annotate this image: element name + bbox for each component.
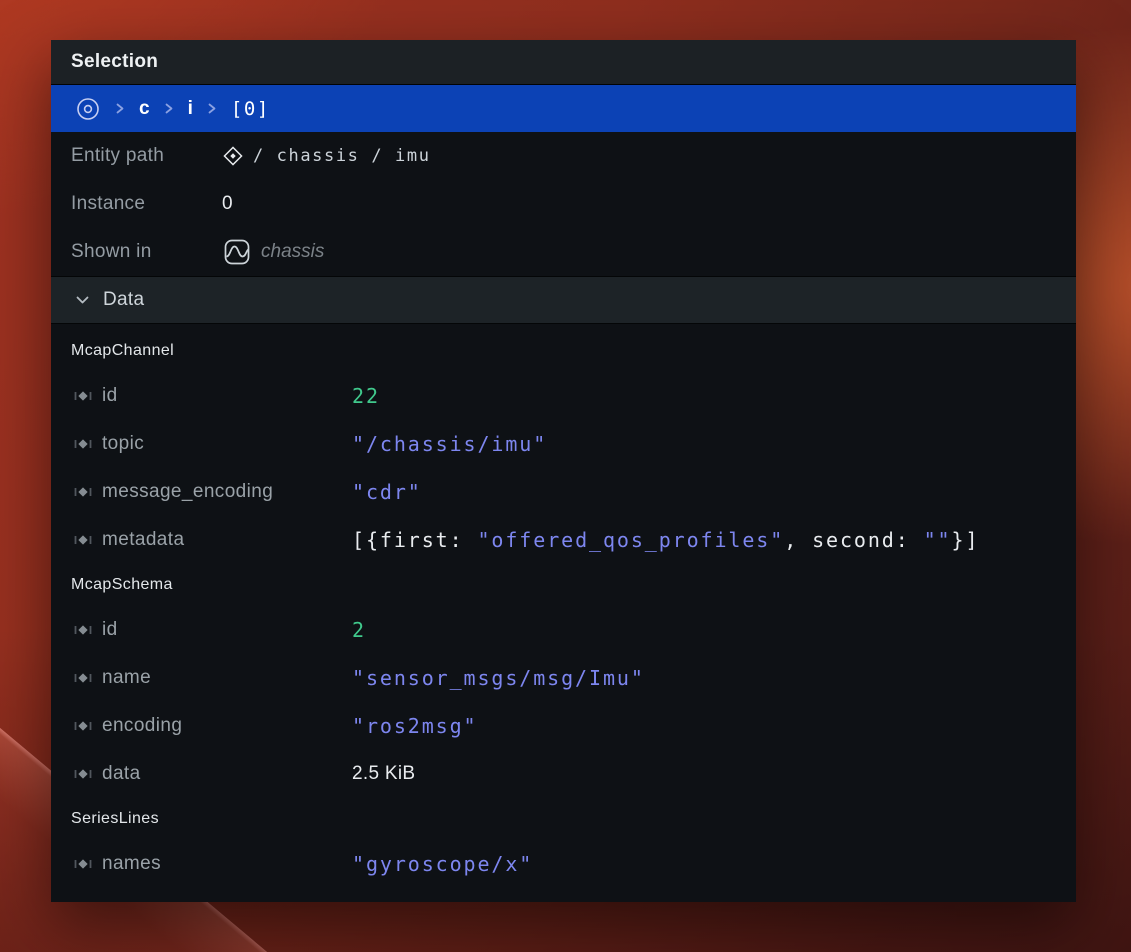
component-icon <box>73 484 93 500</box>
table-row: id 2 <box>51 606 1076 654</box>
breadcrumb-item-imu[interactable]: i <box>188 98 193 120</box>
breadcrumb-item-instance[interactable]: [0] <box>231 98 270 120</box>
component-icon <box>73 670 93 686</box>
table-row: data 2.5 KiB <box>51 750 1076 798</box>
data-section-title: Data <box>103 289 144 311</box>
component-value: "ros2msg" <box>352 714 477 738</box>
data-body: McapChannel id 22 topic "/chassis/imu" m… <box>51 324 1076 888</box>
component-label[interactable]: message_encoding <box>102 481 352 503</box>
selection-panel-header: Selection <box>51 40 1076 85</box>
component-icon <box>73 856 93 872</box>
selection-panel: Selection c i [0] Entity path <box>51 40 1076 902</box>
group-header-mcapschema: McapSchema <box>51 564 1076 606</box>
breadcrumb-item-chassis[interactable]: c <box>139 98 150 120</box>
shown-in-value: chassis <box>261 241 324 263</box>
component-icon <box>73 718 93 734</box>
shown-in-label: Shown in <box>71 241 222 263</box>
entity-icon <box>222 145 244 167</box>
table-row: metadata [{first: "offered_qos_profiles"… <box>51 516 1076 564</box>
component-label[interactable]: name <box>102 667 352 689</box>
component-label[interactable]: names <box>102 853 352 875</box>
entity-path-value: / chassis / imu <box>253 146 431 166</box>
data-section-header[interactable]: Data <box>51 276 1076 324</box>
chevron-right-icon <box>164 101 174 116</box>
component-icon <box>73 532 93 548</box>
component-label[interactable]: id <box>102 385 352 407</box>
component-icon <box>73 388 93 404</box>
table-row: encoding "ros2msg" <box>51 702 1076 750</box>
component-value: "cdr" <box>352 480 422 504</box>
component-value: 2 <box>352 618 366 642</box>
component-value: [{first: "offered_qos_profiles", second:… <box>352 528 979 552</box>
entity-path-label: Entity path <box>71 145 222 167</box>
table-row: name "sensor_msgs/msg/Imu" <box>51 654 1076 702</box>
table-row: id 22 <box>51 372 1076 420</box>
shown-in-row: Shown in chassis <box>51 228 1076 276</box>
instance-value: 0 <box>222 193 233 215</box>
chevron-right-icon <box>207 101 217 116</box>
component-value: "sensor_msgs/msg/Imu" <box>352 666 645 690</box>
chevron-right-icon <box>115 101 125 116</box>
component-label[interactable]: data <box>102 763 352 785</box>
table-row: message_encoding "cdr" <box>51 468 1076 516</box>
shown-in-link[interactable]: chassis <box>222 237 324 267</box>
recording-icon[interactable] <box>75 96 101 122</box>
breadcrumb[interactable]: c i [0] <box>51 85 1076 132</box>
table-row: topic "/chassis/imu" <box>51 420 1076 468</box>
component-value: "gyroscope/x" <box>352 852 533 876</box>
component-value: 22 <box>352 384 380 408</box>
panel-title: Selection <box>71 51 158 73</box>
component-icon <box>73 436 93 452</box>
entity-path-row: Entity path / chassis / imu <box>51 132 1076 180</box>
component-value: "/chassis/imu" <box>352 432 547 456</box>
table-row: names "gyroscope/x" <box>51 840 1076 888</box>
component-label[interactable]: metadata <box>102 529 352 551</box>
group-header-mcapchannel: McapChannel <box>51 330 1076 372</box>
chevron-down-icon <box>75 295 90 305</box>
entity-path-link[interactable]: / chassis / imu <box>222 145 431 167</box>
component-label[interactable]: encoding <box>102 715 352 737</box>
component-icon <box>73 622 93 638</box>
component-label[interactable]: id <box>102 619 352 641</box>
component-value: 2.5 KiB <box>352 763 415 785</box>
instance-label: Instance <box>71 193 222 215</box>
component-label[interactable]: topic <box>102 433 352 455</box>
instance-row: Instance 0 <box>51 180 1076 228</box>
group-header-serieslines: SeriesLines <box>51 798 1076 840</box>
component-icon <box>73 766 93 782</box>
timeseries-view-icon <box>222 237 252 267</box>
